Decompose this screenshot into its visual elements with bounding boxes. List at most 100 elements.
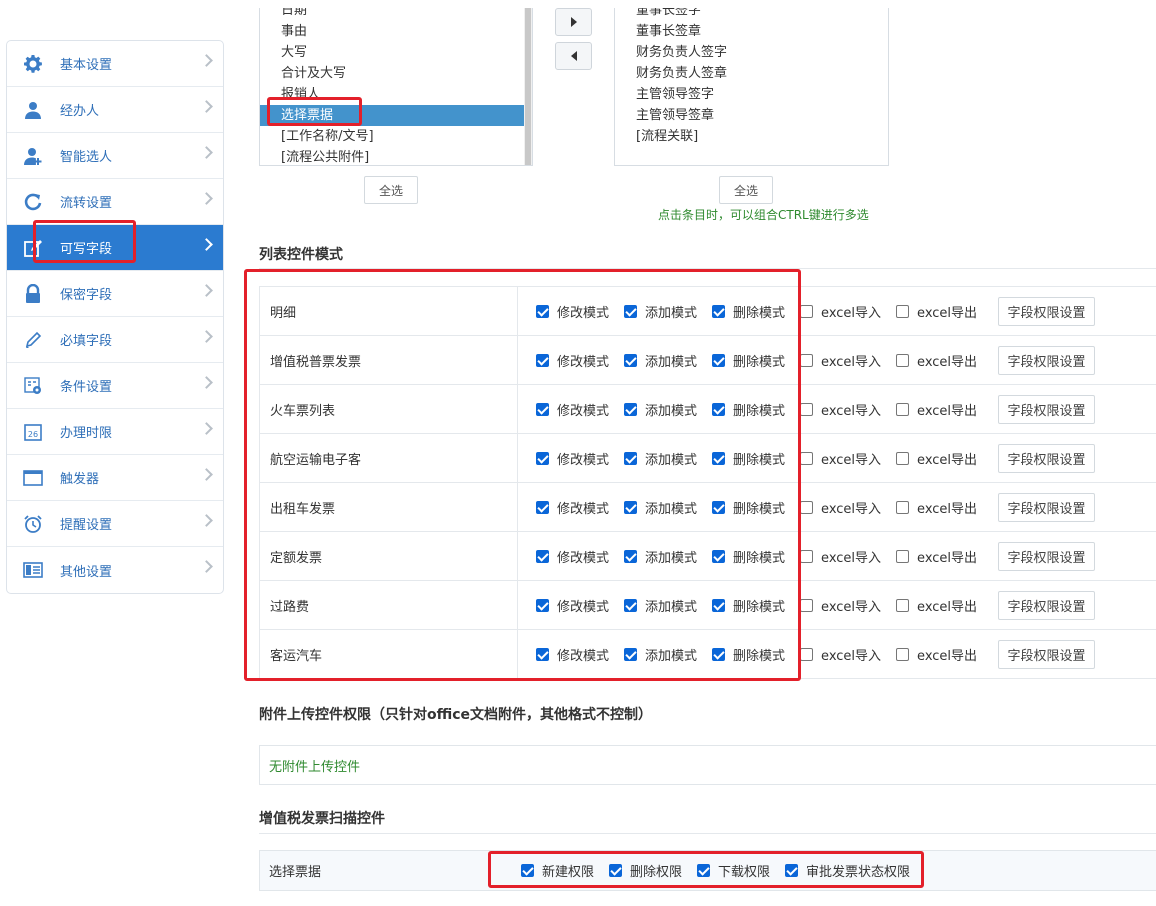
sidebar-item-other-settings[interactable]: 其他设置 [7, 547, 223, 593]
delete-checkbox[interactable]: 删除模式 [712, 547, 785, 566]
list-item-selected[interactable]: 选择票据 [260, 105, 532, 126]
import-checkbox[interactable]: excel导入 [800, 547, 881, 566]
modify-checkbox[interactable]: 修改模式 [536, 596, 609, 615]
sidebar-item-reminder-settings[interactable]: 提醒设置 [7, 501, 223, 547]
add-checkbox[interactable]: 添加模式 [624, 645, 697, 664]
export-checkbox[interactable]: excel导出 [896, 547, 977, 566]
delete-checkbox[interactable]: 删除模式 [712, 449, 785, 468]
checkbox-box[interactable] [624, 451, 638, 465]
checkbox-box[interactable] [697, 864, 711, 877]
field-permission-button[interactable]: 字段权限设置 [998, 443, 1096, 473]
checkbox-box[interactable] [800, 304, 814, 318]
import-checkbox[interactable]: excel导入 [800, 302, 881, 321]
checkbox-box[interactable] [712, 304, 726, 318]
sidebar-item-condition-settings[interactable]: 条件设置 [7, 363, 223, 409]
sidebar-item-confidential-fields[interactable]: 保密字段 [7, 271, 223, 317]
import-checkbox[interactable]: excel导入 [800, 351, 881, 370]
checkbox-box[interactable] [521, 864, 534, 877]
field-permission-button[interactable]: 字段权限设置 [998, 345, 1096, 375]
checkbox-box[interactable] [712, 451, 726, 465]
select-all-right-button[interactable]: 全选 [719, 176, 773, 204]
list-item[interactable]: 报销人 [260, 84, 532, 105]
field-permission-button[interactable]: 字段权限设置 [998, 394, 1096, 424]
list-item[interactable]: 合计及大写 [260, 63, 532, 84]
modify-checkbox[interactable]: 修改模式 [536, 351, 609, 370]
create-permission-checkbox[interactable]: 新建权限 [521, 861, 594, 880]
field-permission-button[interactable]: 字段权限设置 [998, 541, 1096, 571]
sidebar-item-basic-settings[interactable]: 基本设置 [7, 41, 223, 87]
field-permission-button[interactable]: 字段权限设置 [998, 492, 1096, 522]
checkbox-box[interactable] [712, 549, 726, 563]
checkbox-box[interactable] [536, 353, 549, 367]
list-item[interactable]: 大写 [260, 42, 532, 63]
checkbox-box[interactable] [624, 647, 638, 661]
checkbox-box[interactable] [896, 549, 910, 563]
sidebar-item-flow-settings[interactable]: 流转设置 [7, 179, 223, 225]
checkbox-box[interactable] [896, 451, 910, 465]
checkbox-box[interactable] [896, 353, 910, 367]
checkbox-box[interactable] [536, 500, 549, 514]
add-checkbox[interactable]: 添加模式 [624, 547, 697, 566]
checkbox-box[interactable] [536, 304, 549, 318]
checkbox-box[interactable] [712, 647, 726, 661]
list-item[interactable]: [工作名称/文号] [260, 126, 532, 147]
list-item[interactable]: [流程公共附件] [260, 147, 532, 165]
export-checkbox[interactable]: excel导出 [896, 400, 977, 419]
checkbox-box[interactable] [896, 304, 910, 318]
sidebar-item-time-limit[interactable]: 26 办理时限 [7, 409, 223, 455]
list-item[interactable]: 主管领导签章 [615, 105, 888, 126]
checkbox-box[interactable] [800, 549, 814, 563]
sidebar-item-required-fields[interactable]: 必填字段 [7, 317, 223, 363]
export-checkbox[interactable]: excel导出 [896, 302, 977, 321]
sidebar-item-smart-select[interactable]: 智能选人 [7, 133, 223, 179]
checkbox-box[interactable] [624, 549, 638, 563]
import-checkbox[interactable]: excel导入 [800, 400, 881, 419]
export-checkbox[interactable]: excel导出 [896, 351, 977, 370]
add-checkbox[interactable]: 添加模式 [624, 596, 697, 615]
checkbox-box[interactable] [896, 500, 910, 514]
approve-invoice-status-permission-checkbox[interactable]: 审批发票状态权限 [785, 861, 910, 880]
import-checkbox[interactable]: excel导入 [800, 449, 881, 468]
list-item[interactable]: 事由 [260, 21, 532, 42]
checkbox-box[interactable] [800, 451, 814, 465]
download-permission-checkbox[interactable]: 下载权限 [697, 861, 770, 880]
scrollbar-thumb[interactable] [525, 8, 531, 165]
modify-checkbox[interactable]: 修改模式 [536, 400, 609, 419]
checkbox-box[interactable] [896, 598, 910, 612]
checkbox-box[interactable] [896, 647, 910, 661]
import-checkbox[interactable]: excel导入 [800, 498, 881, 517]
sidebar-item-writable-fields[interactable]: 可写字段 [7, 225, 223, 271]
export-checkbox[interactable]: excel导出 [896, 596, 977, 615]
checkbox-box[interactable] [712, 353, 726, 367]
modify-checkbox[interactable]: 修改模式 [536, 547, 609, 566]
export-checkbox[interactable]: excel导出 [896, 498, 977, 517]
modify-checkbox[interactable]: 修改模式 [536, 302, 609, 321]
list-item[interactable]: 董事长签章 [615, 21, 888, 42]
checkbox-box[interactable] [624, 402, 638, 416]
checkbox-box[interactable] [785, 864, 799, 877]
delete-checkbox[interactable]: 删除模式 [712, 400, 785, 419]
checkbox-box[interactable] [712, 500, 726, 514]
add-checkbox[interactable]: 添加模式 [624, 351, 697, 370]
checkbox-box[interactable] [800, 402, 814, 416]
export-checkbox[interactable]: excel导出 [896, 645, 977, 664]
export-checkbox[interactable]: excel导出 [896, 449, 977, 468]
list-item[interactable]: [流程关联] [615, 126, 888, 147]
field-permission-button[interactable]: 字段权限设置 [998, 296, 1096, 326]
move-right-button[interactable] [555, 8, 592, 36]
delete-checkbox[interactable]: 删除模式 [712, 498, 785, 517]
modify-checkbox[interactable]: 修改模式 [536, 449, 609, 468]
import-checkbox[interactable]: excel导入 [800, 596, 881, 615]
checkbox-box[interactable] [624, 598, 638, 612]
delete-checkbox[interactable]: 删除模式 [712, 302, 785, 321]
checkbox-box[interactable] [624, 304, 638, 318]
list-item[interactable]: 日期 [260, 8, 532, 21]
delete-checkbox[interactable]: 删除模式 [712, 351, 785, 370]
select-all-left-button[interactable]: 全选 [364, 176, 418, 204]
checkbox-box[interactable] [800, 500, 814, 514]
field-permission-button[interactable]: 字段权限设置 [998, 590, 1096, 620]
field-permission-button[interactable]: 字段权限设置 [998, 639, 1096, 669]
move-left-button[interactable] [555, 42, 592, 70]
modify-checkbox[interactable]: 修改模式 [536, 645, 609, 664]
add-checkbox[interactable]: 添加模式 [624, 400, 697, 419]
